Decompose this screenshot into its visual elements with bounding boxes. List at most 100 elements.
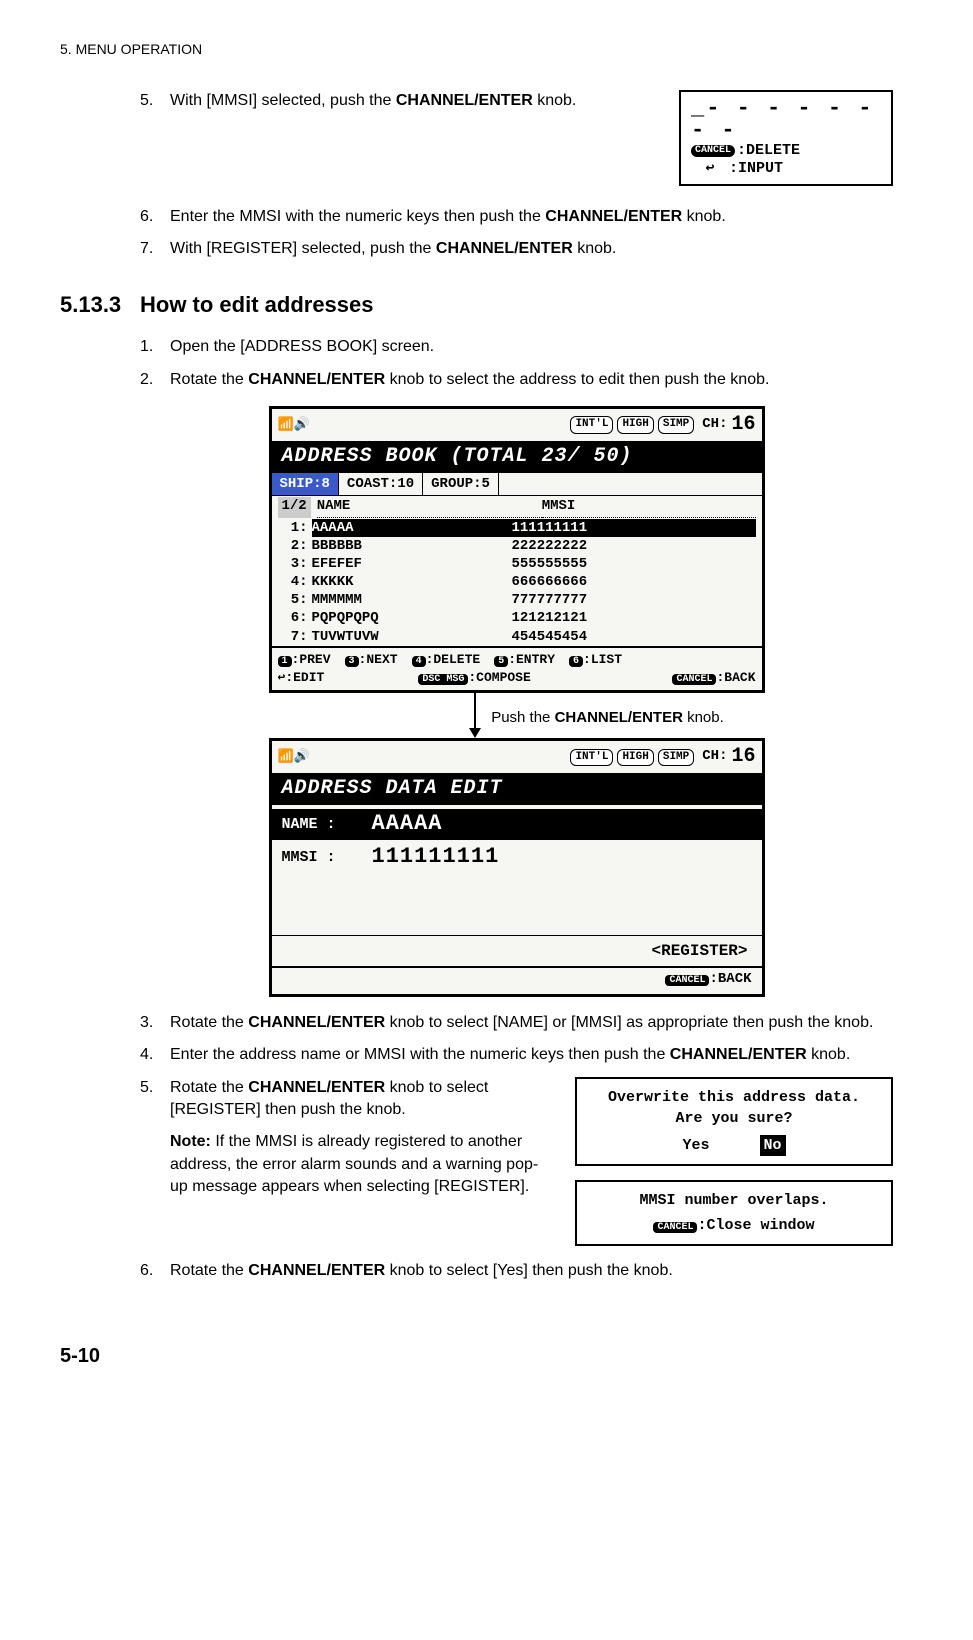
high-tag: HIGH [617, 749, 653, 766]
step-text: Enter the address name or MMSI with the … [170, 1044, 893, 1066]
note-text: Note: If the MMSI is already registered … [170, 1131, 555, 1198]
step-num: 1. [140, 336, 170, 358]
intl-tag: INT'L [570, 416, 613, 433]
row-mmsi: 222222222 [512, 537, 756, 555]
text: Rotate the [170, 1262, 248, 1279]
col-name: NAME [317, 497, 542, 518]
section-title: How to edit addresses [140, 290, 374, 321]
text: knob. [682, 208, 726, 225]
row-name: EFEFEF [312, 555, 512, 573]
key-1: 1 [278, 656, 292, 667]
row-index: 2: [278, 537, 312, 555]
tab-group[interactable]: GROUP:5 [423, 473, 499, 495]
row-name: KKKKK [312, 573, 512, 591]
text-bold: CHANNEL/ENTER [248, 1079, 385, 1096]
mmsi-label: MMSI : [282, 847, 372, 868]
row-name: BBBBBB [312, 537, 512, 555]
step-text: With [MMSI] selected, push the CHANNEL/E… [170, 90, 679, 112]
text: Enter the address name or MMSI with the … [170, 1046, 670, 1063]
step-text: Rotate the CHANNEL/ENTER knob to select … [170, 1260, 893, 1282]
enter-icon: ↩ [691, 160, 729, 178]
overlap-popup: MMSI number overlaps. CANCEL:Close windo… [575, 1180, 893, 1246]
step-text: Rotate the CHANNEL/ENTER knob to select … [170, 1077, 555, 1122]
tab-coast[interactable]: COAST:10 [339, 473, 423, 495]
step-num: 4. [140, 1044, 170, 1066]
no-option[interactable]: No [760, 1135, 786, 1156]
cancel-pill: CANCEL [691, 145, 735, 157]
address-row[interactable]: 1:AAAAA111111111 [272, 519, 762, 537]
text-bold: CHANNEL/ENTER [396, 92, 533, 109]
address-book-screen: 📶🔊 INT'L HIGH SIMP CH: 16 ADDRESS BOOK (… [269, 406, 765, 693]
text-bold: CHANNEL/ENTER [248, 1262, 385, 1279]
text: Push the [491, 709, 554, 726]
step-num: 3. [140, 1012, 170, 1034]
signal-icon: 📶🔊 [278, 748, 310, 766]
row-mmsi: 666666666 [512, 573, 756, 591]
enter-label: :INPUT [729, 160, 783, 178]
row-index: 1: [278, 519, 312, 537]
key-6: 6 [569, 656, 583, 667]
name-label: NAME : [282, 814, 372, 835]
yes-option[interactable]: Yes [682, 1135, 709, 1156]
key-3: 3 [345, 656, 359, 667]
row-name: PQPQPQPQ [312, 609, 512, 627]
text: With [MMSI] selected, push the [170, 92, 396, 109]
text-bold: CHANNEL/ENTER [670, 1046, 807, 1063]
row-index: 5: [278, 591, 312, 609]
hint-back: :BACK [716, 670, 755, 685]
hint-edit: :EDIT [285, 670, 324, 685]
row-name: MMMMMM [312, 591, 512, 609]
popup-line1: MMSI number overlaps. [589, 1190, 879, 1211]
hint-delete: :DELETE [426, 652, 481, 667]
address-edit-screen: 📶🔊 INT'L HIGH SIMP CH: 16 ADDRESS DATA E… [269, 738, 765, 997]
hint-back: :BACK [709, 971, 751, 987]
row-mmsi: 121212121 [512, 609, 756, 627]
text: Rotate the [170, 1014, 248, 1031]
key-5: 5 [494, 656, 508, 667]
tab-ship[interactable]: SHIP:8 [272, 473, 339, 495]
cancel-key: CANCEL [653, 1222, 697, 1233]
page-indicator: 1/2 [278, 497, 311, 518]
step-text: Enter the MMSI with the numeric keys the… [170, 206, 893, 228]
screen-title: ADDRESS BOOK (TOTAL 23/ 50) [272, 441, 762, 473]
cancel-key: CANCEL [672, 674, 716, 685]
section-number: 5.13.3 [60, 290, 140, 321]
row-index: 7: [278, 628, 312, 646]
name-field[interactable]: NAME : AAAAA [272, 809, 762, 840]
popup-line1: Overwrite this address data. [589, 1087, 879, 1108]
text: knob. [807, 1046, 851, 1063]
key-4: 4 [412, 656, 426, 667]
dsc-key: DSC MSG [418, 674, 468, 685]
step-text: Rotate the CHANNEL/ENTER knob to select … [170, 369, 893, 391]
col-mmsi: MMSI [542, 497, 756, 518]
step-num: 2. [140, 369, 170, 391]
hint-next: :NEXT [359, 652, 398, 667]
step-num: 5. [140, 1077, 170, 1122]
overwrite-popup: Overwrite this address data. Are you sur… [575, 1077, 893, 1166]
step-text: Open the [ADDRESS BOOK] screen. [170, 336, 893, 358]
row-name: TUVWTUVW [312, 628, 512, 646]
row-index: 6: [278, 609, 312, 627]
address-row[interactable]: 6:PQPQPQPQ121212121 [272, 609, 762, 627]
text: With [REGISTER] selected, push the [170, 240, 436, 257]
address-row[interactable]: 4:KKKKK666666666 [272, 573, 762, 591]
step-num: 7. [140, 238, 170, 260]
step-text: With [REGISTER] selected, push the CHANN… [170, 238, 893, 260]
hint-entry: :ENTRY [508, 652, 555, 667]
row-mmsi: 454545454 [512, 628, 756, 646]
address-row[interactable]: 7:TUVWTUVW454545454 [272, 628, 762, 646]
text-bold: CHANNEL/ENTER [555, 709, 683, 726]
hint-compose: :COMPOSE [468, 670, 530, 685]
register-button[interactable]: <REGISTER> [272, 935, 762, 966]
address-row[interactable]: 3:EFEFEF555555555 [272, 555, 762, 573]
text: knob to select [Yes] then push the knob. [385, 1262, 673, 1279]
address-row[interactable]: 2:BBBBBB222222222 [272, 537, 762, 555]
mmsi-field[interactable]: MMSI : 111111111 [282, 842, 752, 873]
text: knob to select [NAME] or [MMSI] as appro… [385, 1014, 873, 1031]
step-num: 5. [140, 90, 170, 112]
text: knob. [533, 92, 577, 109]
address-row[interactable]: 5:MMMMMM777777777 [272, 591, 762, 609]
ch-number: 16 [731, 743, 755, 771]
ch-number: 16 [731, 411, 755, 439]
text-bold: CHANNEL/ENTER [436, 240, 573, 257]
